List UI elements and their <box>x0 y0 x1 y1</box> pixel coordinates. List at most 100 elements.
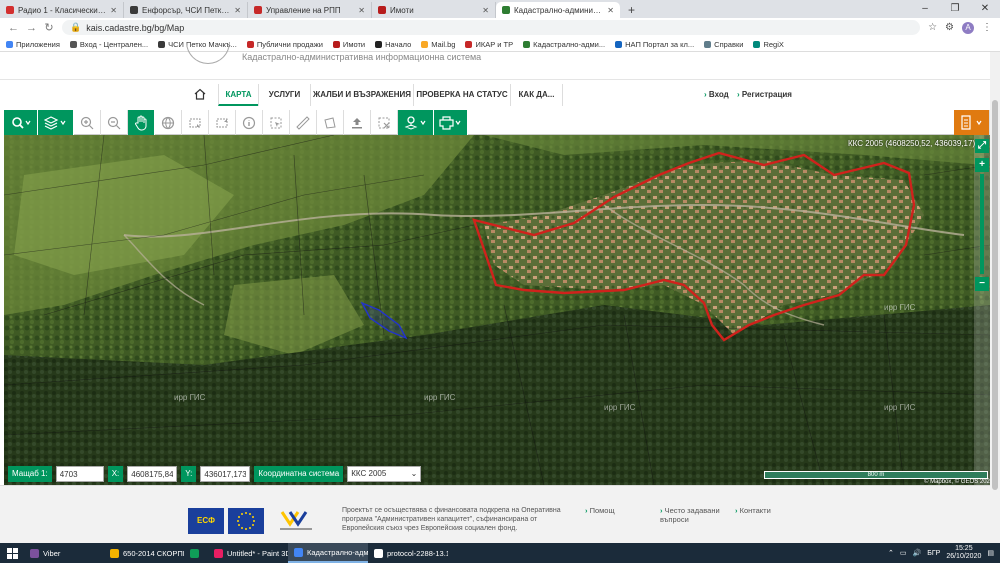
nav-status-check[interactable]: ПРОВЕРКА НА СТАТУС <box>413 84 510 106</box>
extensions-icon[interactable]: ⚙ <box>945 22 954 33</box>
reload-icon[interactable]: ↻ <box>44 21 54 34</box>
page-scrollbar[interactable] <box>990 52 1000 543</box>
bookmark-item[interactable]: Имоти <box>332 40 365 49</box>
zoom-out-button[interactable]: − <box>975 277 989 291</box>
tab-close-icon[interactable]: ✕ <box>234 6 241 15</box>
taskbar-app[interactable]: Кадастрално-адми... <box>288 543 368 563</box>
language-indicator[interactable]: БГР <box>927 550 940 557</box>
bookmark-item[interactable]: RegiX <box>753 39 784 49</box>
footer-link-contacts[interactable]: › Контакти <box>735 506 771 515</box>
tab-close-icon[interactable]: ✕ <box>110 6 117 15</box>
full-extent-tool[interactable] <box>155 110 182 135</box>
select-area-icon <box>270 117 282 128</box>
select-tool[interactable] <box>263 110 290 135</box>
taskbar-app[interactable]: Untitled* - Paint 3D <box>208 543 288 563</box>
bookmark-item[interactable]: Приложения <box>6 40 60 49</box>
minimize-button[interactable]: – <box>910 0 940 18</box>
nav-how-to[interactable]: КАК ДА... <box>510 84 563 106</box>
browser-tab[interactable]: Енфорсър, ЧСИ Петко Мачкъра ✕ <box>124 2 248 18</box>
search-tool-button[interactable] <box>4 110 38 135</box>
nav-services[interactable]: УСЛУГИ <box>258 84 310 106</box>
tab-close-icon[interactable]: ✕ <box>358 6 365 15</box>
zoom-slider[interactable] <box>980 174 984 274</box>
next-extent-tool[interactable] <box>209 110 236 135</box>
legend-panel-button[interactable] <box>954 110 990 135</box>
new-tab-button[interactable]: + <box>620 2 643 18</box>
volume-icon[interactable]: 🔊 <box>913 549 922 557</box>
bookmark-item[interactable]: Справки <box>704 40 743 49</box>
nav-map[interactable]: КАРТА <box>218 84 258 106</box>
register-link[interactable]: › Регистрация <box>737 84 792 106</box>
taskbar-app-label: Viber <box>43 548 61 558</box>
footer-link-help[interactable]: › Помощ <box>585 506 615 515</box>
profile-avatar[interactable]: A <box>962 21 974 34</box>
bookmark-item[interactable]: НАП Портал за кл... <box>615 40 694 49</box>
pan-tool-button[interactable] <box>128 110 155 135</box>
gps-tool-button[interactable] <box>398 110 434 135</box>
layers-tool-button[interactable] <box>38 110 74 135</box>
clock[interactable]: 15:25 26/10/2020 <box>946 545 981 561</box>
fullscreen-icon[interactable]: ⤢ <box>975 139 989 153</box>
zoom-in-button[interactable]: + <box>975 158 989 172</box>
home-icon[interactable] <box>194 88 206 100</box>
bookmark-item[interactable]: Публични продажи <box>246 40 323 49</box>
ruler-icon <box>296 115 310 130</box>
printer-icon <box>438 115 460 130</box>
taskbar-app[interactable]: protocol-2288-13.1... <box>368 543 448 563</box>
nav-complaints[interactable]: ЖАЛБИ И ВЪЗРАЖЕНИЯ <box>310 84 413 106</box>
browser-tab[interactable]: Кадастрално-административна ✕ <box>496 2 620 18</box>
tab-title: Управление на РПП <box>266 5 341 15</box>
bookmark-item[interactable]: Начало <box>375 40 411 49</box>
bookmark-item[interactable]: Кадастрално-адми... <box>523 40 605 49</box>
clear-selection-tool[interactable] <box>371 110 398 135</box>
login-link[interactable]: › Вход <box>704 84 729 106</box>
tab-close-icon[interactable]: ✕ <box>482 6 489 15</box>
notifications-icon[interactable]: ▤ <box>987 549 994 557</box>
tray-arrow-icon[interactable]: ⌃ <box>888 549 894 557</box>
tab-favicon-icon <box>378 6 386 14</box>
browser-tab[interactable]: Имоти ✕ <box>372 2 496 18</box>
x-coordinate-field[interactable] <box>127 466 178 482</box>
bookmark-favicon-icon <box>158 40 166 48</box>
start-button[interactable] <box>0 543 24 563</box>
measure-tool[interactable] <box>290 110 317 135</box>
app-icon <box>214 548 223 558</box>
browser-tab[interactable]: Управление на РПП ✕ <box>248 2 372 18</box>
close-window-button[interactable]: ✕ <box>970 0 1000 18</box>
tab-close-icon[interactable]: ✕ <box>607 6 614 15</box>
scale-input[interactable] <box>55 466 104 482</box>
bookmark-star-icon[interactable]: ☆ <box>928 22 937 33</box>
window-controls: – ❐ ✕ <box>910 0 1000 18</box>
scrollbar-thumb[interactable] <box>992 100 998 490</box>
bookmark-label: RegiX <box>763 39 784 49</box>
print-tool-button[interactable] <box>434 110 468 135</box>
y-coordinate-field[interactable] <box>200 466 251 482</box>
system-tray: ⌃ ▭ 🔊 БГР 15:25 26/10/2020 ▤ <box>888 543 994 563</box>
menu-icon[interactable]: ⋮ <box>982 22 992 33</box>
info-tool[interactable] <box>236 110 263 135</box>
bookmark-item[interactable]: Вход - Централен... <box>69 40 148 49</box>
bookmark-item[interactable]: ИКАР и ТР <box>465 40 513 49</box>
coordinate-system-select[interactable]: ККС 2005 ⌄ <box>347 466 422 482</box>
previous-extent-tool[interactable] <box>182 110 209 135</box>
taskbar-app[interactable]: 650-2014 СКОРПИ... <box>104 543 184 563</box>
bookmark-favicon-icon <box>753 40 761 48</box>
url-field[interactable]: 🔒 kais.cadastre.bg/bg/Map <box>62 20 921 35</box>
restore-button[interactable]: ❐ <box>940 0 970 18</box>
zoom-in-tool[interactable] <box>74 110 101 135</box>
footer-link-contacts-label: Контакти <box>739 506 771 515</box>
back-icon[interactable]: ← <box>8 22 19 34</box>
forward-icon[interactable]: → <box>26 22 37 34</box>
taskbar-app[interactable] <box>184 543 208 563</box>
map-canvas[interactable]: ирр ГИС ирр ГИС ирр ГИС ирр ГИС ирр ГИС <box>4 135 990 485</box>
footer-link-faq[interactable]: › Често задавани въпроси <box>660 506 726 524</box>
measure-area-tool[interactable] <box>317 110 344 135</box>
taskbar-app[interactable]: Viber <box>24 543 104 563</box>
upload-tool[interactable] <box>344 110 371 135</box>
hand-icon <box>135 115 147 130</box>
browser-tab[interactable]: Радио 1 - Класическите хит ✕ <box>0 2 124 18</box>
zoom-out-icon <box>107 116 121 129</box>
network-icon[interactable]: ▭ <box>900 549 907 557</box>
bookmark-item[interactable]: Mail.bg <box>421 40 455 49</box>
zoom-out-tool[interactable] <box>101 110 128 135</box>
